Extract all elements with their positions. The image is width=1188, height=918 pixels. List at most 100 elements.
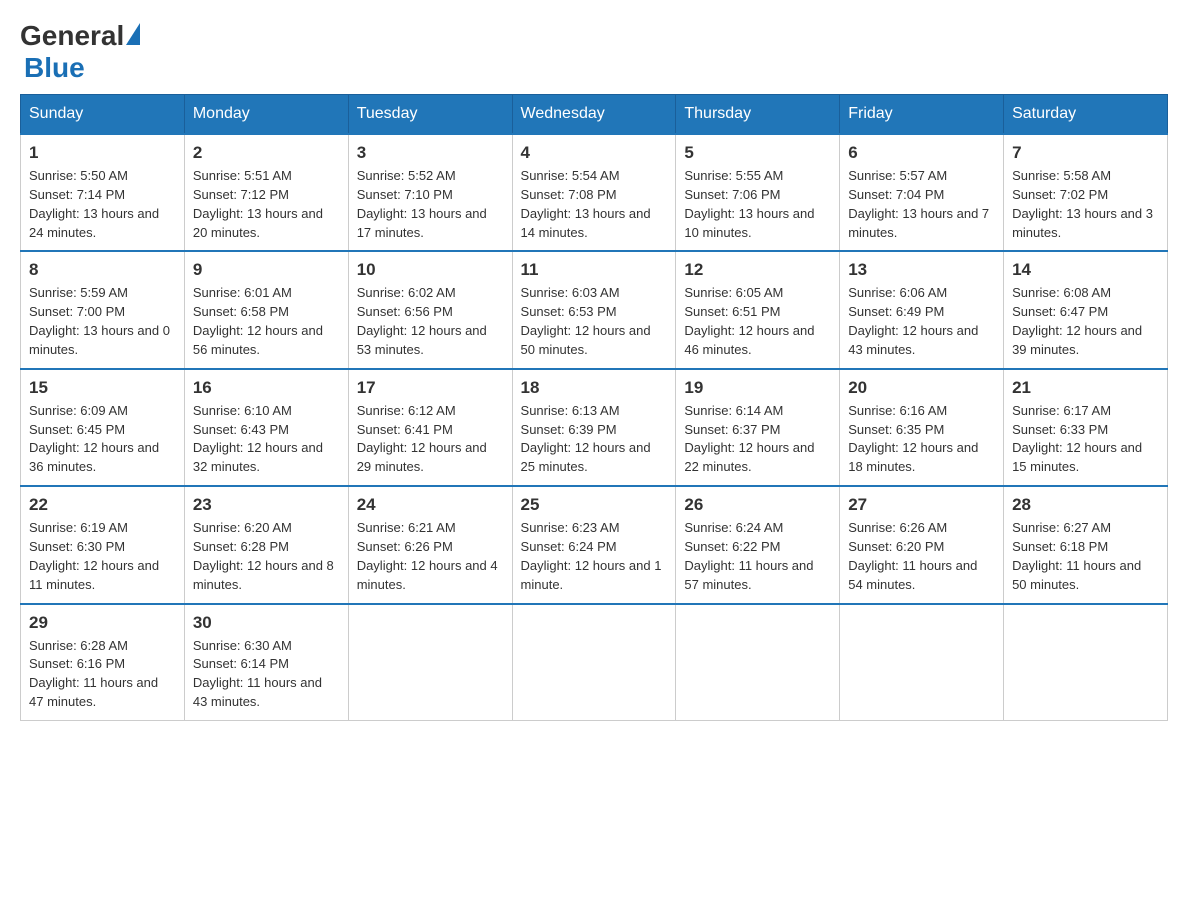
col-header-wednesday: Wednesday [512, 95, 676, 135]
day-number: 19 [684, 378, 831, 398]
day-number: 2 [193, 143, 340, 163]
day-info: Sunrise: 6:09 AM Sunset: 6:45 PM Dayligh… [29, 402, 176, 477]
calendar-cell: 17 Sunrise: 6:12 AM Sunset: 6:41 PM Dayl… [348, 369, 512, 486]
calendar-cell: 30 Sunrise: 6:30 AM Sunset: 6:14 PM Dayl… [184, 604, 348, 721]
day-number: 17 [357, 378, 504, 398]
calendar-cell [512, 604, 676, 721]
calendar-cell: 15 Sunrise: 6:09 AM Sunset: 6:45 PM Dayl… [21, 369, 185, 486]
day-number: 4 [521, 143, 668, 163]
calendar-cell [840, 604, 1004, 721]
calendar-cell: 26 Sunrise: 6:24 AM Sunset: 6:22 PM Dayl… [676, 486, 840, 603]
day-number: 3 [357, 143, 504, 163]
day-info: Sunrise: 6:30 AM Sunset: 6:14 PM Dayligh… [193, 637, 340, 712]
calendar-cell: 18 Sunrise: 6:13 AM Sunset: 6:39 PM Dayl… [512, 369, 676, 486]
day-number: 15 [29, 378, 176, 398]
day-info: Sunrise: 6:14 AM Sunset: 6:37 PM Dayligh… [684, 402, 831, 477]
calendar-cell: 4 Sunrise: 5:54 AM Sunset: 7:08 PM Dayli… [512, 134, 676, 251]
day-number: 25 [521, 495, 668, 515]
day-info: Sunrise: 6:27 AM Sunset: 6:18 PM Dayligh… [1012, 519, 1159, 594]
logo-general-text: General [20, 20, 124, 52]
day-info: Sunrise: 6:28 AM Sunset: 6:16 PM Dayligh… [29, 637, 176, 712]
day-info: Sunrise: 6:16 AM Sunset: 6:35 PM Dayligh… [848, 402, 995, 477]
calendar-cell: 19 Sunrise: 6:14 AM Sunset: 6:37 PM Dayl… [676, 369, 840, 486]
calendar-cell: 8 Sunrise: 5:59 AM Sunset: 7:00 PM Dayli… [21, 251, 185, 368]
calendar-cell [348, 604, 512, 721]
col-header-thursday: Thursday [676, 95, 840, 135]
day-number: 18 [521, 378, 668, 398]
day-number: 14 [1012, 260, 1159, 280]
day-info: Sunrise: 6:17 AM Sunset: 6:33 PM Dayligh… [1012, 402, 1159, 477]
calendar-cell [676, 604, 840, 721]
calendar-cell: 6 Sunrise: 5:57 AM Sunset: 7:04 PM Dayli… [840, 134, 1004, 251]
calendar-cell: 25 Sunrise: 6:23 AM Sunset: 6:24 PM Dayl… [512, 486, 676, 603]
day-number: 9 [193, 260, 340, 280]
day-info: Sunrise: 6:03 AM Sunset: 6:53 PM Dayligh… [521, 284, 668, 359]
day-info: Sunrise: 6:10 AM Sunset: 6:43 PM Dayligh… [193, 402, 340, 477]
calendar-cell: 5 Sunrise: 5:55 AM Sunset: 7:06 PM Dayli… [676, 134, 840, 251]
day-number: 21 [1012, 378, 1159, 398]
day-info: Sunrise: 6:12 AM Sunset: 6:41 PM Dayligh… [357, 402, 504, 477]
col-header-friday: Friday [840, 95, 1004, 135]
day-info: Sunrise: 6:13 AM Sunset: 6:39 PM Dayligh… [521, 402, 668, 477]
col-header-sunday: Sunday [21, 95, 185, 135]
calendar-cell: 3 Sunrise: 5:52 AM Sunset: 7:10 PM Dayli… [348, 134, 512, 251]
header: General Blue [20, 20, 1168, 84]
day-info: Sunrise: 5:51 AM Sunset: 7:12 PM Dayligh… [193, 167, 340, 242]
day-number: 30 [193, 613, 340, 633]
day-number: 23 [193, 495, 340, 515]
day-info: Sunrise: 6:06 AM Sunset: 6:49 PM Dayligh… [848, 284, 995, 359]
calendar-cell: 7 Sunrise: 5:58 AM Sunset: 7:02 PM Dayli… [1004, 134, 1168, 251]
day-info: Sunrise: 6:08 AM Sunset: 6:47 PM Dayligh… [1012, 284, 1159, 359]
calendar-cell: 1 Sunrise: 5:50 AM Sunset: 7:14 PM Dayli… [21, 134, 185, 251]
day-number: 5 [684, 143, 831, 163]
col-header-monday: Monday [184, 95, 348, 135]
day-info: Sunrise: 6:20 AM Sunset: 6:28 PM Dayligh… [193, 519, 340, 594]
day-number: 11 [521, 260, 668, 280]
day-info: Sunrise: 6:24 AM Sunset: 6:22 PM Dayligh… [684, 519, 831, 594]
calendar-cell: 28 Sunrise: 6:27 AM Sunset: 6:18 PM Dayl… [1004, 486, 1168, 603]
day-number: 26 [684, 495, 831, 515]
calendar-cell: 12 Sunrise: 6:05 AM Sunset: 6:51 PM Dayl… [676, 251, 840, 368]
day-number: 8 [29, 260, 176, 280]
calendar-cell: 10 Sunrise: 6:02 AM Sunset: 6:56 PM Dayl… [348, 251, 512, 368]
day-info: Sunrise: 6:05 AM Sunset: 6:51 PM Dayligh… [684, 284, 831, 359]
day-number: 12 [684, 260, 831, 280]
day-info: Sunrise: 6:21 AM Sunset: 6:26 PM Dayligh… [357, 519, 504, 594]
calendar-cell: 2 Sunrise: 5:51 AM Sunset: 7:12 PM Dayli… [184, 134, 348, 251]
col-header-tuesday: Tuesday [348, 95, 512, 135]
calendar-cell: 9 Sunrise: 6:01 AM Sunset: 6:58 PM Dayli… [184, 251, 348, 368]
col-header-saturday: Saturday [1004, 95, 1168, 135]
day-info: Sunrise: 5:58 AM Sunset: 7:02 PM Dayligh… [1012, 167, 1159, 242]
day-info: Sunrise: 5:57 AM Sunset: 7:04 PM Dayligh… [848, 167, 995, 242]
calendar-cell: 13 Sunrise: 6:06 AM Sunset: 6:49 PM Dayl… [840, 251, 1004, 368]
day-number: 7 [1012, 143, 1159, 163]
day-number: 6 [848, 143, 995, 163]
day-info: Sunrise: 6:19 AM Sunset: 6:30 PM Dayligh… [29, 519, 176, 594]
calendar-cell: 29 Sunrise: 6:28 AM Sunset: 6:16 PM Dayl… [21, 604, 185, 721]
day-info: Sunrise: 6:23 AM Sunset: 6:24 PM Dayligh… [521, 519, 668, 594]
calendar-cell: 14 Sunrise: 6:08 AM Sunset: 6:47 PM Dayl… [1004, 251, 1168, 368]
day-number: 29 [29, 613, 176, 633]
logo: General Blue [20, 20, 140, 84]
day-number: 27 [848, 495, 995, 515]
day-number: 13 [848, 260, 995, 280]
calendar-table: SundayMondayTuesdayWednesdayThursdayFrid… [20, 94, 1168, 721]
calendar-cell: 21 Sunrise: 6:17 AM Sunset: 6:33 PM Dayl… [1004, 369, 1168, 486]
calendar-cell: 22 Sunrise: 6:19 AM Sunset: 6:30 PM Dayl… [21, 486, 185, 603]
day-number: 24 [357, 495, 504, 515]
calendar-cell: 27 Sunrise: 6:26 AM Sunset: 6:20 PM Dayl… [840, 486, 1004, 603]
calendar-cell: 20 Sunrise: 6:16 AM Sunset: 6:35 PM Dayl… [840, 369, 1004, 486]
calendar-cell: 24 Sunrise: 6:21 AM Sunset: 6:26 PM Dayl… [348, 486, 512, 603]
day-number: 28 [1012, 495, 1159, 515]
day-info: Sunrise: 6:02 AM Sunset: 6:56 PM Dayligh… [357, 284, 504, 359]
logo-triangle-icon [126, 23, 140, 45]
day-info: Sunrise: 5:55 AM Sunset: 7:06 PM Dayligh… [684, 167, 831, 242]
calendar-cell: 23 Sunrise: 6:20 AM Sunset: 6:28 PM Dayl… [184, 486, 348, 603]
day-info: Sunrise: 5:54 AM Sunset: 7:08 PM Dayligh… [521, 167, 668, 242]
calendar-cell: 16 Sunrise: 6:10 AM Sunset: 6:43 PM Dayl… [184, 369, 348, 486]
day-number: 16 [193, 378, 340, 398]
calendar-cell [1004, 604, 1168, 721]
day-info: Sunrise: 5:50 AM Sunset: 7:14 PM Dayligh… [29, 167, 176, 242]
day-info: Sunrise: 6:26 AM Sunset: 6:20 PM Dayligh… [848, 519, 995, 594]
day-info: Sunrise: 6:01 AM Sunset: 6:58 PM Dayligh… [193, 284, 340, 359]
